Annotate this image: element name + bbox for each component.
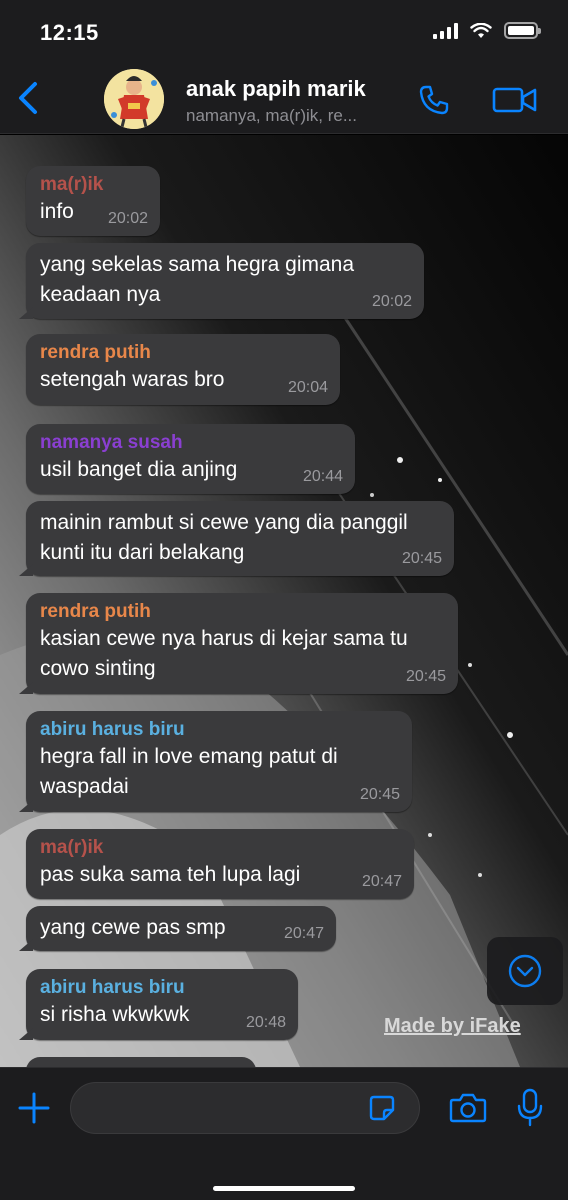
voice-call-button[interactable] (414, 80, 454, 120)
message-bubble[interactable]: abiru harus biru si risha wkwkwk 20:48 (19, 969, 298, 1040)
message-sender: rendra putih (40, 342, 151, 363)
message-time: 20:47 (283, 925, 324, 942)
message-sender: namanya susah (40, 432, 183, 453)
message-bubble-partial[interactable] (26, 1057, 256, 1067)
message-input-bar (0, 1067, 568, 1200)
message-time: 20:02 (107, 210, 148, 227)
video-camera-icon (492, 87, 537, 113)
signal-icon (433, 22, 458, 39)
chat-area[interactable]: ma(r)ik info 20:02 yang sekelas sama heg… (0, 135, 568, 1067)
message-text: usil banget dia anjing (40, 458, 238, 481)
chat-participants[interactable]: namanya, ma(r)ik, re... (186, 106, 357, 126)
phone-icon (419, 85, 449, 115)
video-call-button[interactable] (490, 80, 540, 120)
message-text: mainin rambut si cewe yang dia panggil k… (40, 511, 408, 564)
chat-header: anak papih marik namanya, ma(r)ik, re... (0, 64, 568, 134)
message-text: kasian cewe nya harus di kejar sama tu c… (40, 627, 408, 680)
status-icons (433, 22, 541, 39)
camera-icon (449, 1093, 487, 1123)
message-sender: ma(r)ik (40, 837, 104, 858)
wifi-icon (470, 22, 492, 38)
chevron-down-circle-icon (508, 954, 542, 988)
group-avatar[interactable] (104, 69, 164, 129)
plus-icon (18, 1092, 50, 1124)
home-indicator (213, 1186, 355, 1191)
message-text: setengah waras bro (40, 368, 225, 391)
message-text: yang cewe pas smp (40, 916, 226, 939)
message-bubble[interactable]: ma(r)ik pas suka sama teh lupa lagi 20:4… (26, 829, 414, 899)
message-bubble[interactable]: namanya susah usil banget dia anjing 20:… (26, 424, 355, 494)
chat-title[interactable]: anak papih marik (186, 76, 366, 102)
message-sender: abiru harus biru (40, 977, 185, 998)
attach-button[interactable] (14, 1088, 54, 1128)
watermark: Made by iFake (384, 1015, 521, 1037)
message-bubble[interactable]: mainin rambut si cewe yang dia panggil k… (19, 501, 454, 576)
message-bubble[interactable]: rendra putih setengah waras bro 20:04 (26, 334, 340, 405)
message-bubble[interactable]: yang cewe pas smp 20:47 (19, 906, 336, 951)
message-time: 20:45 (359, 786, 400, 803)
message-time: 20:47 (361, 873, 402, 890)
scroll-to-bottom-button[interactable] (487, 937, 563, 1005)
voice-message-button[interactable] (512, 1086, 548, 1130)
back-button[interactable] (8, 76, 48, 120)
chevron-left-icon (19, 82, 37, 114)
message-bubble[interactable]: ma(r)ik info 20:02 (26, 166, 160, 236)
microphone-icon (517, 1088, 543, 1127)
message-bubble[interactable]: abiru harus biru hegra fall in love eman… (19, 711, 412, 812)
status-bar: 12:15 (0, 0, 568, 64)
message-time: 20:45 (401, 550, 442, 567)
status-time: 12:15 (40, 20, 99, 45)
message-bubble[interactable]: yang sekelas sama hegra gimana keadaan n… (19, 243, 424, 319)
sticker-icon (369, 1095, 395, 1121)
message-time: 20:44 (302, 468, 343, 485)
sticker-button[interactable] (366, 1092, 398, 1124)
message-time: 20:04 (287, 379, 328, 396)
battery-icon (504, 22, 541, 39)
camera-button[interactable] (448, 1088, 488, 1128)
message-sender: ma(r)ik (40, 174, 104, 195)
message-time: 20:02 (371, 293, 412, 310)
message-text: hegra fall in love emang patut di waspad… (40, 745, 338, 798)
avatar-image (104, 69, 164, 129)
message-text: pas suka sama teh lupa lagi (40, 863, 301, 886)
message-sender: rendra putih (40, 601, 151, 622)
message-text: yang sekelas sama hegra gimana keadaan n… (40, 253, 355, 306)
message-time: 20:45 (405, 668, 446, 685)
message-bubble[interactable]: rendra putih kasian cewe nya harus di ke… (19, 593, 458, 694)
message-sender: abiru harus biru (40, 719, 185, 740)
message-time: 20:48 (245, 1014, 286, 1031)
